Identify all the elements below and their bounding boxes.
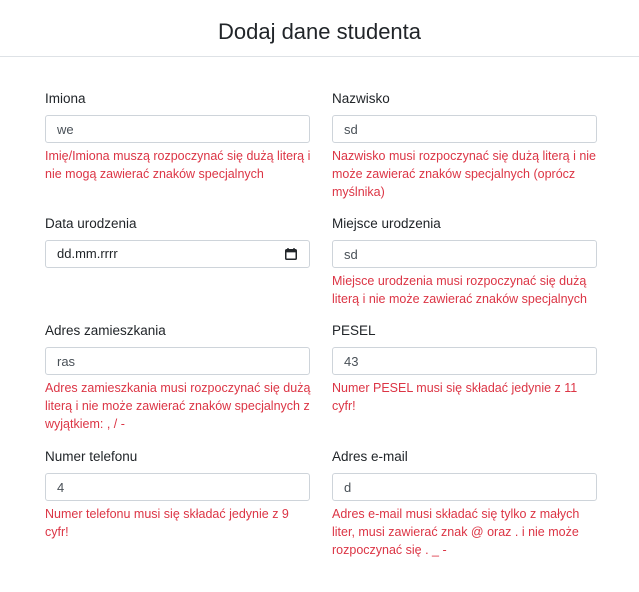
nazwisko-input[interactable] bbox=[332, 115, 597, 143]
calendar-icon[interactable] bbox=[285, 248, 297, 260]
field-data-urodzenia: Data urodzenia dd.mm.rrrr bbox=[45, 216, 310, 268]
miejsce-urodzenia-input[interactable] bbox=[332, 240, 597, 268]
miejsce-urodzenia-error: Miejsce urodzenia musi rozpoczynać się d… bbox=[332, 274, 587, 306]
numer-telefonu-error: Numer telefonu musi się składać jedynie … bbox=[45, 507, 289, 539]
miejsce-urodzenia-label: Miejsce urodzenia bbox=[332, 216, 441, 231]
adres-zamieszkania-input[interactable] bbox=[45, 347, 310, 375]
numer-telefonu-input[interactable] bbox=[45, 473, 310, 501]
data-urodzenia-placeholder: dd.mm.rrrr bbox=[57, 246, 118, 261]
field-imiona: Imiona Imię/Imiona muszą rozpoczynać się… bbox=[45, 91, 310, 181]
pesel-input[interactable] bbox=[332, 347, 597, 375]
field-nazwisko: Nazwisko Nazwisko musi rozpoczynać się d… bbox=[332, 91, 597, 199]
page-title: Dodaj dane studenta bbox=[217, 19, 422, 44]
numer-telefonu-label: Numer telefonu bbox=[45, 449, 138, 464]
adres-email-label: Adres e-mail bbox=[332, 449, 408, 464]
nazwisko-label: Nazwisko bbox=[332, 91, 390, 106]
field-adres-email: Adres e-mail Adres e-mail musi składać s… bbox=[332, 449, 597, 557]
nazwisko-error: Nazwisko musi rozpoczynać się dużą liter… bbox=[332, 149, 596, 199]
field-numer-telefonu: Numer telefonu Numer telefonu musi się s… bbox=[45, 449, 310, 539]
data-urodzenia-input[interactable]: dd.mm.rrrr bbox=[45, 240, 310, 268]
adres-zamieszkania-error: Adres zamieszkania musi rozpoczynać się … bbox=[45, 381, 311, 431]
pesel-label: PESEL bbox=[332, 323, 376, 338]
pesel-error: Numer PESEL musi się składać jedynie z 1… bbox=[332, 381, 578, 413]
imiona-error: Imię/Imiona muszą rozpoczynać się dużą l… bbox=[45, 149, 311, 181]
page-header: Dodaj dane studenta bbox=[0, 0, 639, 57]
adres-email-error: Adres e-mail musi składać się tylko z ma… bbox=[332, 507, 580, 557]
field-miejsce-urodzenia: Miejsce urodzenia Miejsce urodzenia musi… bbox=[332, 216, 597, 306]
adres-zamieszkania-label: Adres zamieszkania bbox=[45, 323, 166, 338]
field-adres-zamieszkania: Adres zamieszkania Adres zamieszkania mu… bbox=[45, 323, 310, 431]
field-pesel: PESEL Numer PESEL musi się składać jedyn… bbox=[332, 323, 597, 413]
imiona-input[interactable] bbox=[45, 115, 310, 143]
adres-email-input[interactable] bbox=[332, 473, 597, 501]
data-urodzenia-label: Data urodzenia bbox=[45, 216, 137, 231]
imiona-label: Imiona bbox=[45, 91, 86, 106]
